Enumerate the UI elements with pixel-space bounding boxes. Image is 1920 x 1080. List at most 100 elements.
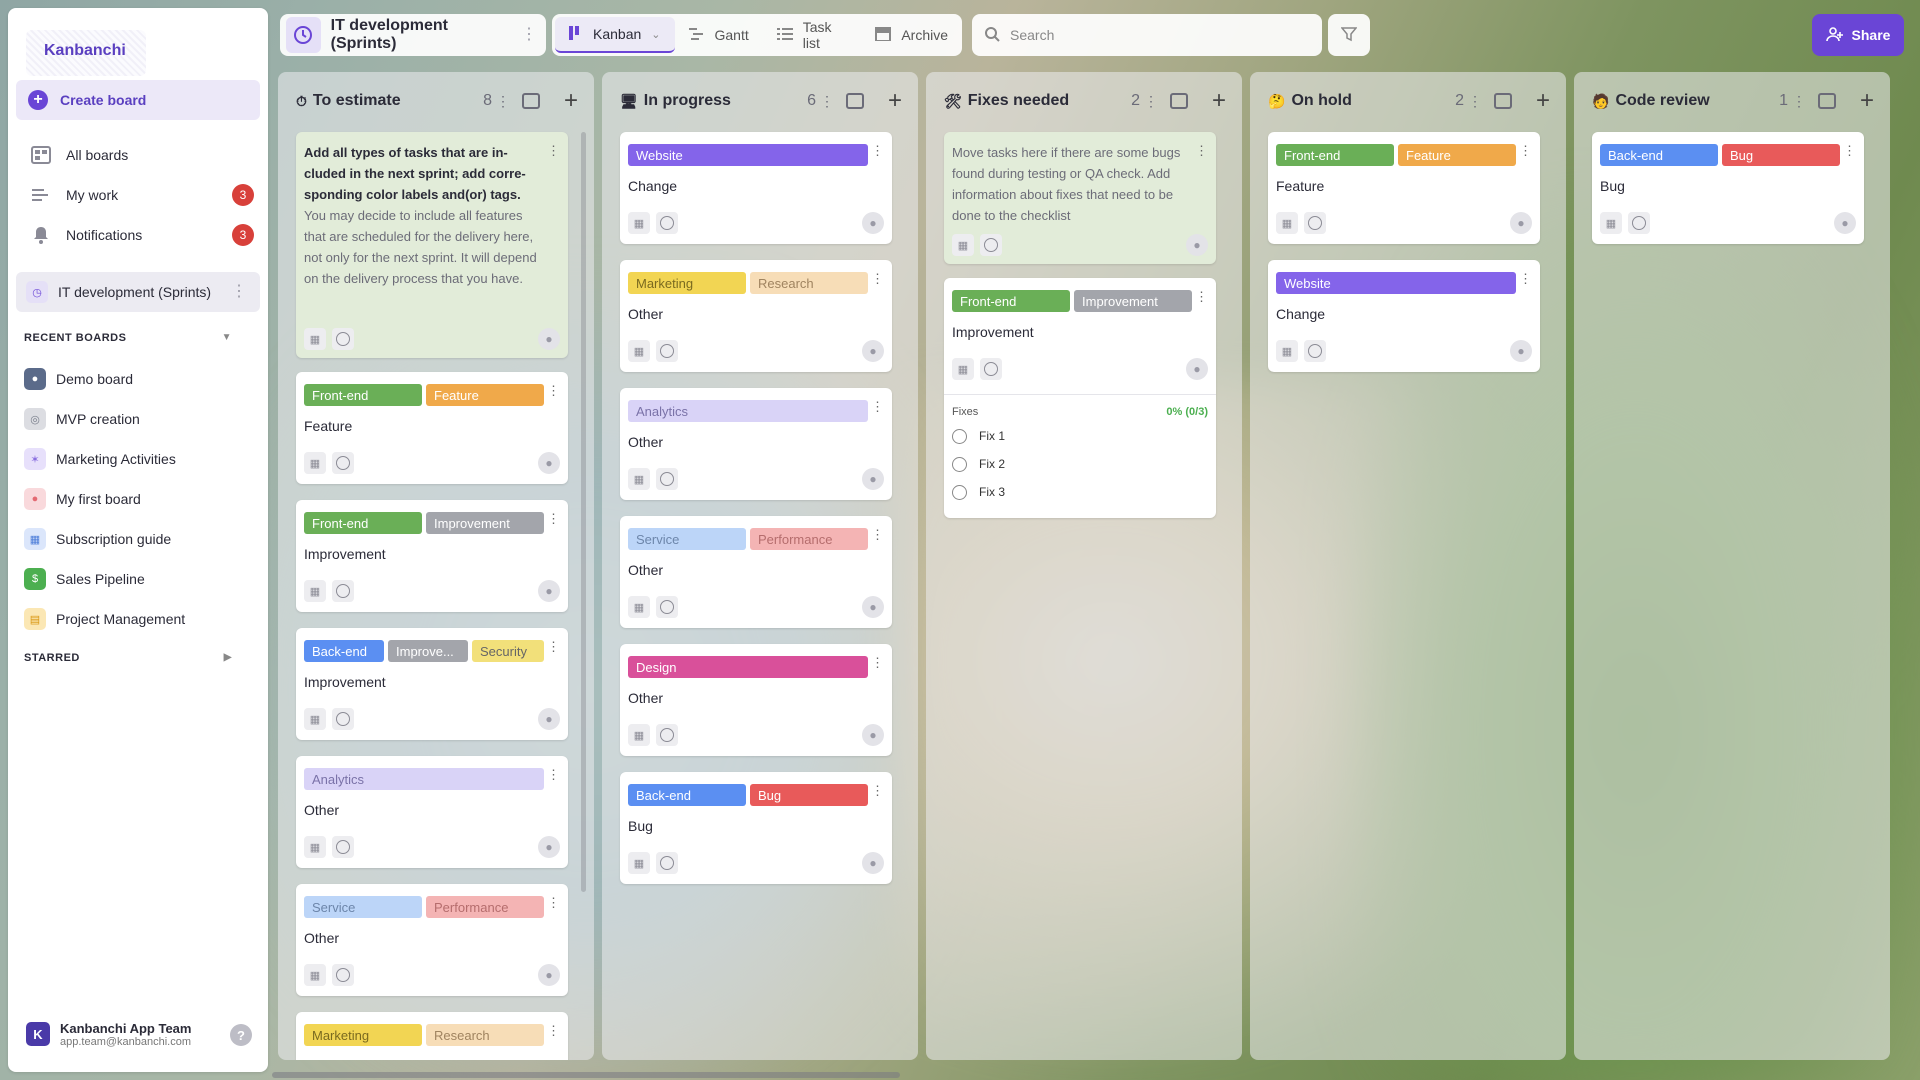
column-title[interactable]: 🤔 On hold [1268,92,1352,110]
task-card[interactable]: Website ⋮ Change ▦ ● [1268,260,1540,372]
tag-label[interactable]: Front-end [304,384,422,406]
checklist-item[interactable]: Fix 1 [952,422,1208,450]
current-board-item[interactable]: ◷ IT development (Sprints) ⋮ [16,272,260,312]
more-icon[interactable]: ⋮ [1843,144,1856,157]
tag-label[interactable]: Front-end [304,512,422,534]
task-card[interactable]: Website ⋮ Change ▦ ● [620,132,892,244]
tag-label[interactable]: Back-end [628,784,746,806]
checklist-item[interactable]: Fix 3 [952,478,1208,506]
task-card[interactable]: Analytics ⋮ Other ▦ ● [620,388,892,500]
calendar-icon[interactable]: ▦ [628,212,650,234]
status-icon[interactable] [656,596,678,618]
recent-board-item[interactable]: ● Demo board [24,362,260,396]
more-icon[interactable]: ⋮ [871,784,884,797]
more-icon[interactable]: ⋮ [1519,144,1532,157]
tag-label[interactable]: Performance [750,528,868,550]
calendar-icon[interactable]: ▦ [628,596,650,618]
more-icon[interactable]: ⋮ [547,1024,560,1037]
recent-board-item[interactable]: ✶ Marketing Activities [24,442,260,476]
column-title[interactable]: 🧑 Code review [1592,92,1710,110]
more-icon[interactable]: ⋮ [231,284,247,300]
assignee-icon[interactable]: ● [1510,212,1532,234]
more-icon[interactable]: ⋮ [820,93,834,110]
column-title[interactable]: ⏱ To estimate [296,92,401,110]
tag-label[interactable]: Website [1276,272,1516,294]
more-icon[interactable]: ⋮ [547,384,560,397]
tag-label[interactable]: Front-end [952,290,1070,312]
tab-kanban[interactable]: Kanban ⌄ [555,17,675,53]
filter-button[interactable] [1328,14,1370,56]
tab-archive[interactable]: Archive [861,17,962,53]
status-icon[interactable] [332,836,354,858]
tag-label[interactable]: Bug [1722,144,1840,166]
more-icon[interactable]: ⋮ [1195,290,1208,303]
more-icon[interactable]: ⋮ [871,272,884,285]
tag-label[interactable]: Analytics [628,400,868,422]
assignee-icon[interactable]: ● [1834,212,1856,234]
user-profile[interactable]: K Kanbanchi App Team app.team@kanbanchi.… [16,1010,260,1058]
task-card[interactable]: Back-end Bug ⋮ Bug ▦ ● [1592,132,1864,244]
more-icon[interactable]: ⋮ [547,512,560,525]
recent-board-item[interactable]: ▦ Subscription guide [24,522,260,556]
assignee-icon[interactable]: ● [1186,234,1208,256]
task-card[interactable]: Front-end Improvement ⋮ Improvement ▦ ● Fixes 0… [944,278,1216,518]
app-logo[interactable]: Kanbanchi [26,30,146,76]
add-card-button[interactable]: + [564,89,578,113]
tag-label[interactable]: Research [426,1024,544,1046]
task-card[interactable]: Marketing Research ⋮ Other ▦ ● [620,260,892,372]
tag-label[interactable]: Service [628,528,746,550]
add-card-button[interactable]: + [1536,89,1550,113]
calendar-icon[interactable]: ▦ [952,358,974,380]
tag-label[interactable]: Feature [426,384,544,406]
assignee-icon[interactable]: ● [538,708,560,730]
calendar-icon[interactable]: ▦ [628,724,650,746]
task-card[interactable]: Analytics ⋮ Other ▦ ● [296,756,568,868]
tag-label[interactable]: Performance [426,896,544,918]
calendar-icon[interactable]: ▦ [304,452,326,474]
tag-label[interactable]: Front-end [1276,144,1394,166]
status-icon[interactable] [332,452,354,474]
tag-label[interactable]: Improvement [426,512,544,534]
recent-board-item[interactable]: ▤ Project Management [24,602,260,636]
assignee-icon[interactable]: ● [1510,340,1532,362]
assignee-icon[interactable]: ● [538,836,560,858]
assignee-icon[interactable]: ● [538,964,560,986]
tag-label[interactable]: Marketing [304,1024,422,1046]
tag-label[interactable]: Research [750,272,868,294]
layout-icon[interactable] [1494,93,1512,109]
search-input[interactable]: Search [972,14,1322,56]
tab-task-list[interactable]: Task list [763,17,862,53]
sidebar-item-my-work[interactable]: My work 3 [16,176,260,214]
add-card-button[interactable]: + [1860,89,1874,113]
more-icon[interactable]: ⋮ [871,656,884,669]
tag-label[interactable]: Security [472,640,544,662]
checklist-item[interactable]: Fix 2 [952,450,1208,478]
status-icon[interactable] [332,708,354,730]
sidebar-item-all-boards[interactable]: All boards [16,136,260,174]
tag-label[interactable]: Service [304,896,422,918]
more-icon[interactable]: ⋮ [1519,272,1532,285]
calendar-icon[interactable]: ▦ [1276,340,1298,362]
more-icon[interactable]: ⋮ [547,640,560,653]
more-icon[interactable]: ⋮ [496,93,510,110]
tab-gantt[interactable]: Gantt [675,17,763,53]
checkbox-icon[interactable] [952,484,967,500]
recent-board-item[interactable]: ● My first board [24,482,260,516]
more-icon[interactable]: ⋮ [871,528,884,541]
tag-label[interactable]: Analytics [304,768,544,790]
assignee-icon[interactable]: ● [862,596,884,618]
assignee-icon[interactable]: ● [862,852,884,874]
checkbox-icon[interactable] [952,456,967,472]
assignee-icon[interactable]: ● [862,212,884,234]
calendar-icon[interactable]: ▦ [952,234,974,256]
status-icon[interactable] [332,964,354,986]
add-card-button[interactable]: + [1212,89,1226,113]
status-icon[interactable] [656,724,678,746]
more-icon[interactable]: ⋮ [521,27,537,43]
assignee-icon[interactable]: ● [538,328,560,350]
more-icon[interactable]: ⋮ [1792,93,1806,110]
task-card[interactable]: Service Performance ⋮ Other ▦ ● [620,516,892,628]
layout-icon[interactable] [1818,93,1836,109]
assignee-icon[interactable]: ● [1186,358,1208,380]
add-card-button[interactable]: + [888,89,902,113]
